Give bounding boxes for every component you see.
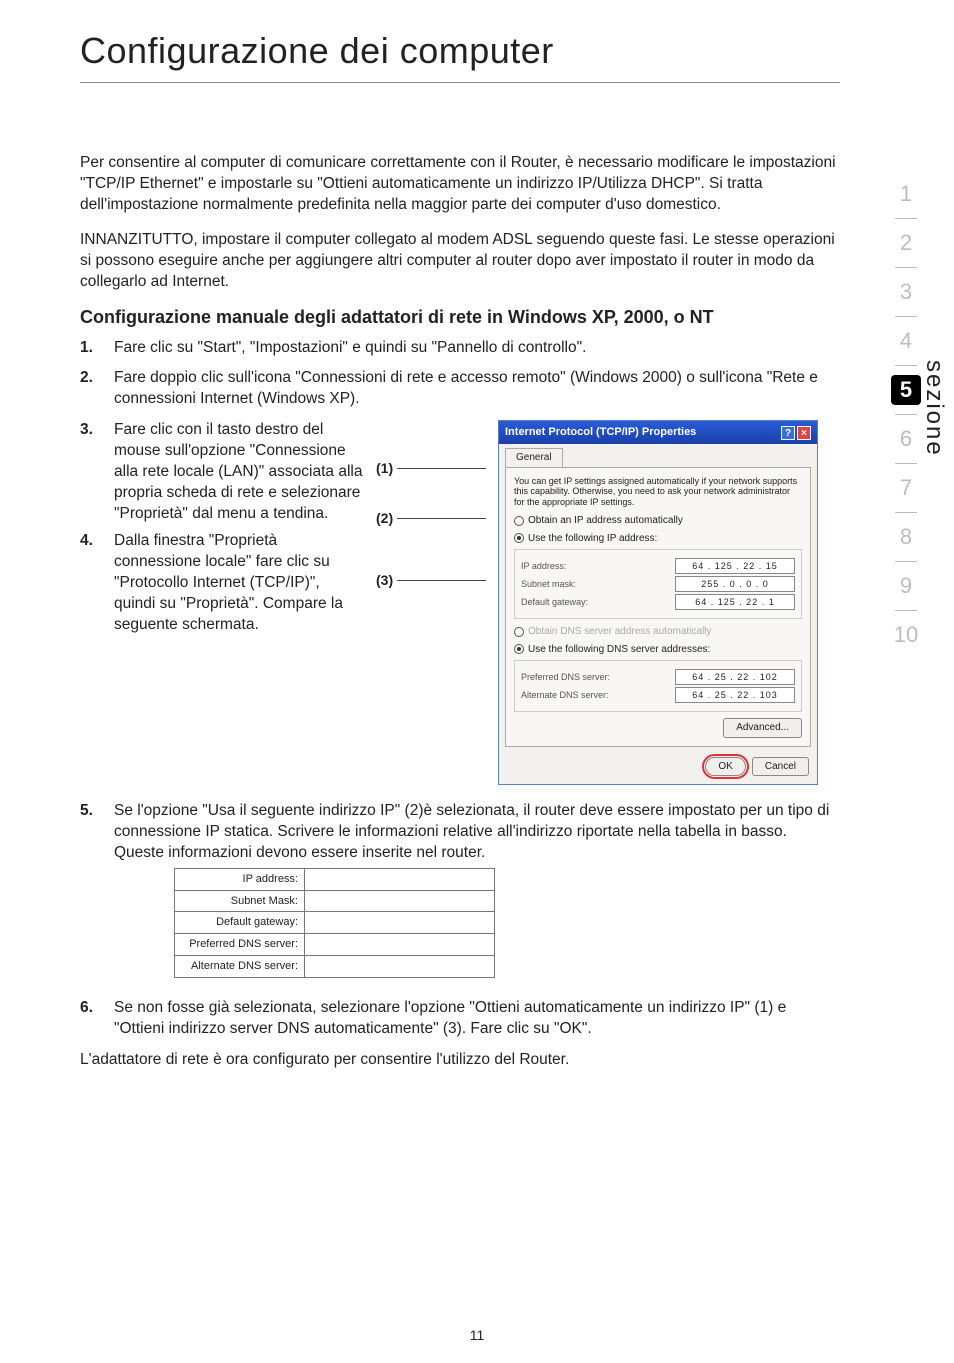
advanced-button[interactable]: Advanced...: [723, 718, 802, 738]
table-label: Subnet Mask:: [175, 890, 305, 912]
table-row: Default gateway:: [175, 912, 495, 934]
title-rule: [80, 82, 840, 83]
default-gateway-label: Default gateway:: [521, 596, 588, 608]
step-2: 2. Fare doppio clic sull'icona "Connessi…: [80, 368, 840, 410]
table-value[interactable]: [305, 956, 495, 978]
table-value[interactable]: [305, 890, 495, 912]
step-6-num: 6.: [80, 998, 114, 1040]
default-gateway-field[interactable]: 64 . 125 . 22 . 1: [675, 594, 795, 610]
table-row: Preferred DNS server:: [175, 934, 495, 956]
tcpip-properties-dialog: Internet Protocol (TCP/IP) Properties ? …: [498, 420, 818, 785]
table-label: Default gateway:: [175, 912, 305, 934]
ok-button[interactable]: OK: [705, 757, 745, 777]
step-1: 1. Fare clic su "Start", "Impostazioni" …: [80, 338, 840, 359]
subnet-mask-field[interactable]: 255 . 0 . 0 . 0: [675, 576, 795, 592]
alternate-dns-field[interactable]: 64 . 25 . 22 . 103: [675, 687, 795, 703]
radio-obtain-ip-auto[interactable]: Obtain an IP address automatically: [514, 514, 802, 528]
close-icon[interactable]: ×: [797, 426, 811, 440]
section-nav-5-current[interactable]: 5: [891, 375, 921, 405]
dns-group: Preferred DNS server: 64 . 25 . 22 . 102…: [514, 660, 802, 712]
closing-para: L'adattatore di rete è ora configurato p…: [80, 1050, 840, 1071]
radio-icon: [514, 516, 524, 526]
step-5-num: 5.: [80, 801, 114, 988]
step-3: 3. Fare clic con il tasto destro del mou…: [80, 420, 840, 785]
dialog-description: You can get IP settings assigned automat…: [514, 476, 802, 508]
ip-address-label: IP address:: [521, 560, 566, 572]
cancel-button[interactable]: Cancel: [752, 757, 809, 777]
table-value[interactable]: [305, 912, 495, 934]
table-label: Preferred DNS server:: [175, 934, 305, 956]
subnet-mask-label: Subnet mask:: [521, 578, 576, 590]
ip-info-table: IP address: Subnet Mask: Default gateway…: [174, 868, 495, 978]
callout-3: (3): [376, 571, 393, 590]
step-6: 6. Se non fosse già selezionata, selezio…: [80, 998, 840, 1040]
section-nav-2[interactable]: 2: [886, 219, 926, 267]
radio-use-following-ip[interactable]: Use the following IP address:: [514, 532, 802, 546]
radio-icon: [514, 644, 524, 654]
radio-obtain-ip-auto-label: Obtain an IP address automatically: [528, 514, 683, 528]
callout-column: (1) (2) (3): [376, 420, 486, 785]
table-row: IP address:: [175, 868, 495, 890]
radio-obtain-dns-auto-label: Obtain DNS server address automatically: [528, 625, 711, 639]
section-nav-7[interactable]: 7: [886, 464, 926, 512]
step-2-num: 2.: [80, 368, 114, 410]
intro-para-2: INNANZITUTTO, impostare il computer coll…: [80, 230, 840, 293]
section-nav-3[interactable]: 3: [886, 268, 926, 316]
table-label: Alternate DNS server:: [175, 956, 305, 978]
radio-use-following-dns-label: Use the following DNS server addresses:: [528, 643, 710, 657]
step-5-text: Se l'opzione "Usa il seguente indirizzo …: [114, 802, 829, 861]
step-1-num: 1.: [80, 338, 114, 359]
page-number: 11: [470, 1327, 485, 1343]
section-nav-1[interactable]: 1: [886, 170, 926, 218]
section-nav-4[interactable]: 4: [886, 317, 926, 365]
callout-2: (2): [376, 509, 393, 528]
radio-use-following-ip-label: Use the following IP address:: [528, 532, 657, 546]
dialog-title-text: Internet Protocol (TCP/IP) Properties: [505, 425, 696, 440]
table-row: Subnet Mask:: [175, 890, 495, 912]
dialog-titlebar: Internet Protocol (TCP/IP) Properties ? …: [499, 421, 817, 444]
radio-icon: [514, 533, 524, 543]
table-row: Alternate DNS server:: [175, 956, 495, 978]
tab-general[interactable]: General: [505, 448, 563, 467]
preferred-dns-label: Preferred DNS server:: [521, 671, 610, 683]
table-value[interactable]: [305, 868, 495, 890]
step-2-text: Fare doppio clic sull'icona "Connessioni…: [114, 368, 840, 410]
ip-group: IP address: 64 . 125 . 22 . 15 Subnet ma…: [514, 549, 802, 619]
radio-obtain-dns-auto[interactable]: Obtain DNS server address automatically: [514, 625, 802, 639]
help-icon[interactable]: ?: [781, 426, 795, 440]
section-nav-9[interactable]: 9: [886, 562, 926, 610]
table-value[interactable]: [305, 934, 495, 956]
table-label: IP address:: [175, 868, 305, 890]
step-6-text: Se non fosse già selezionata, selezionar…: [114, 998, 840, 1040]
dialog-tabs: General: [499, 444, 817, 467]
step-5: 5. Se l'opzione "Usa il seguente indiriz…: [80, 801, 840, 988]
step-1-text: Fare clic su "Start", "Impostazioni" e q…: [114, 338, 840, 359]
alternate-dns-label: Alternate DNS server:: [521, 689, 609, 701]
radio-use-following-dns[interactable]: Use the following DNS server addresses:: [514, 643, 802, 657]
ip-address-field[interactable]: 64 . 125 . 22 . 15: [675, 558, 795, 574]
nav-separator: [895, 365, 917, 366]
page-title: Configurazione dei computer: [80, 30, 840, 72]
preferred-dns-field[interactable]: 64 . 25 . 22 . 102: [675, 669, 795, 685]
intro-para-1: Per consentire al computer di comunicare…: [80, 153, 840, 216]
step-4-num: 4.: [80, 531, 114, 636]
section-subhead: Configurazione manuale degli adattatori …: [80, 307, 840, 328]
step-3-text: Fare clic con il tasto destro del mouse …: [114, 420, 364, 525]
callout-1: (1): [376, 459, 393, 478]
section-nav-8[interactable]: 8: [886, 513, 926, 561]
radio-icon: [514, 627, 524, 637]
step-4-text: Dalla finestra "Proprietà connessione lo…: [114, 531, 364, 636]
section-label: sezione: [920, 360, 948, 457]
section-nav-10[interactable]: 10: [886, 611, 926, 659]
